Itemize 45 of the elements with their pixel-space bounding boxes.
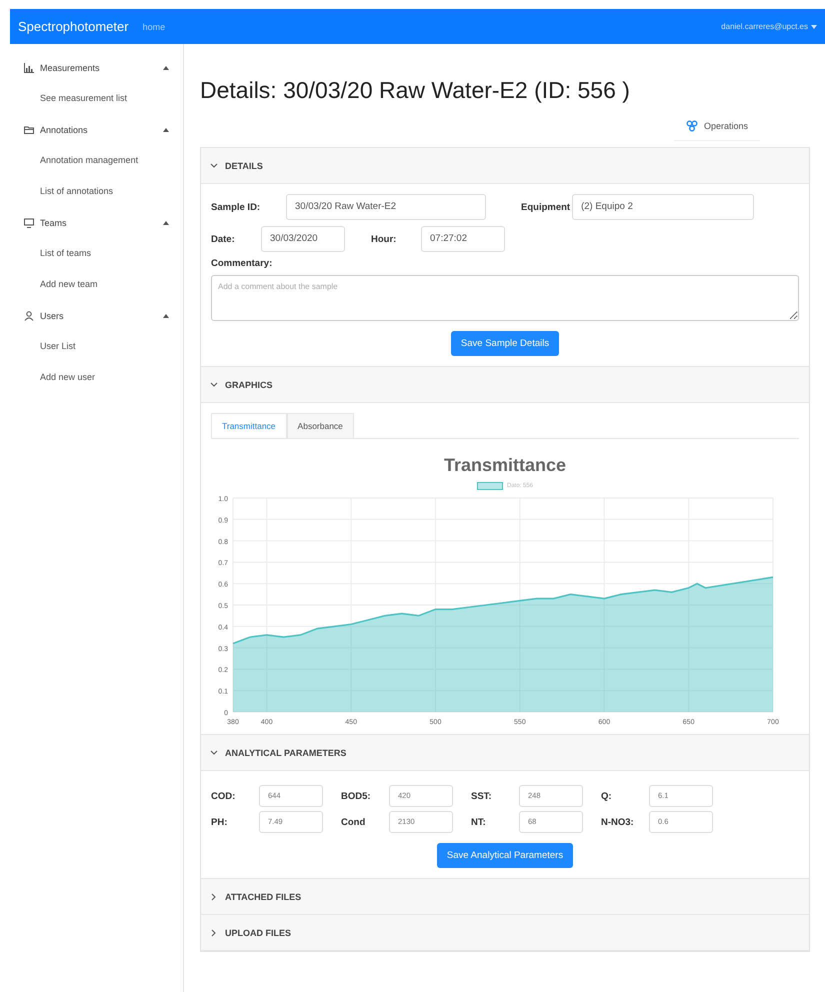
chart-tab[interactable]: Absorbance <box>286 413 354 438</box>
field-label: Equipment <box>521 202 570 212</box>
molecule-icon <box>686 120 698 132</box>
sidebar-item[interactable]: Annotation management <box>10 145 183 176</box>
field-label: PH: <box>211 816 228 828</box>
section-header[interactable]: ANALYTICAL PARAMETERS <box>201 735 809 771</box>
field-label: Sample ID: <box>211 202 262 212</box>
field-label: NT: <box>471 816 487 828</box>
sidebar-group[interactable]: Teams <box>10 207 183 238</box>
sidebar-group[interactable]: Measurements <box>10 52 183 83</box>
sidebar-item[interactable]: Add new user <box>10 362 183 393</box>
field-label: Date: <box>211 234 236 244</box>
chart-icon <box>24 62 34 72</box>
comment-field[interactable]: Add a comment about the sample <box>211 275 799 321</box>
user-icon <box>24 310 34 320</box>
caret-icon <box>811 24 817 28</box>
field-label: Commentary: <box>211 258 274 269</box>
brand-link[interactable]: Spectrophotometer <box>18 19 129 34</box>
sidebar-item[interactable]: User List <box>10 331 183 362</box>
field-label: SST: <box>471 790 493 802</box>
chart-title: Transmittance <box>442 455 568 476</box>
sidebar-item[interactable]: List of annotations <box>10 176 183 207</box>
field-label: BOD5: <box>341 790 372 802</box>
monitor-icon <box>24 218 34 228</box>
folder-icon <box>24 124 34 134</box>
field-label: COD: <box>211 790 236 802</box>
sidebar-group[interactable]: Annotations <box>10 114 183 145</box>
sidebar-group[interactable]: Users <box>10 300 183 331</box>
input-field[interactable]: (2) Equipo 2 <box>572 194 754 220</box>
sidebar-item[interactable]: Add new team <box>10 269 183 300</box>
field-label: Hour: <box>371 234 398 244</box>
field-label: Q: <box>601 790 613 802</box>
page-title: Details: 30/03/20 Raw Water-E2 (ID: 556 ) <box>200 77 631 104</box>
field-label: N-NO3: <box>601 816 635 828</box>
input-field[interactable]: 30/03/2020 <box>261 226 345 252</box>
field-label: Cond <box>341 816 366 828</box>
section-header[interactable]: ATTACHED FILES <box>201 879 809 915</box>
input-field[interactable]: 30/03/20 Raw Water-E2 <box>286 194 486 220</box>
section-header[interactable]: DETAILS <box>201 148 809 184</box>
section-header[interactable]: UPLOAD FILES <box>201 915 809 951</box>
sidebar-item[interactable]: List of teams <box>10 238 183 269</box>
sidebar-item[interactable]: See measurement list <box>10 83 183 114</box>
section-header[interactable]: GRAPHICS <box>201 367 809 403</box>
input-field[interactable]: 07:27:02 <box>421 226 505 252</box>
operations-tab[interactable]: Operations <box>674 116 760 141</box>
